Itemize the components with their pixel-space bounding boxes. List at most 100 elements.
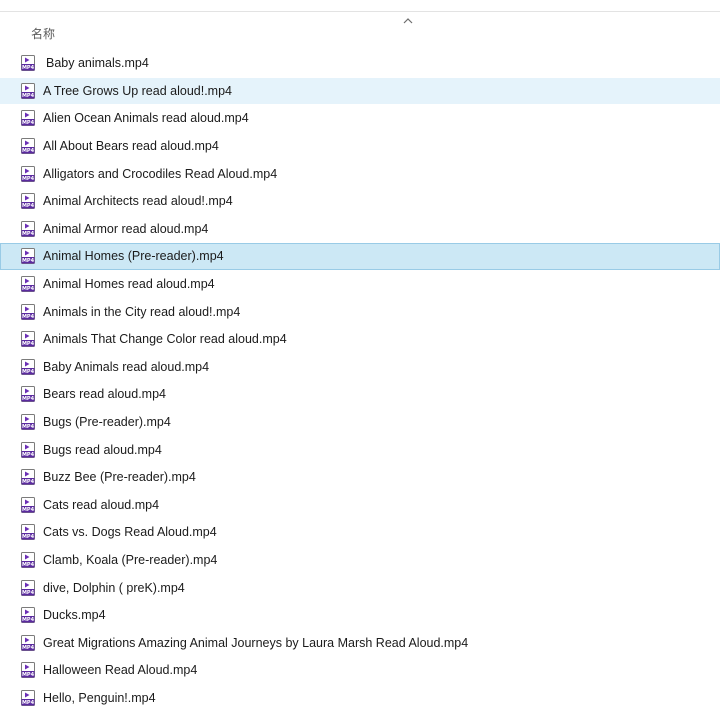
mp4-video-file-icon: MP4 <box>20 248 36 265</box>
mp4-video-file-icon: MP4 <box>20 82 36 99</box>
file-row[interactable]: MP4 Bears read aloud.mp4 <box>0 381 720 408</box>
file-name: Animals That Change Color read aloud.mp4 <box>43 332 287 347</box>
svg-text:MP4: MP4 <box>22 121 35 127</box>
file-row[interactable]: MP4 dive, Dolphin ( preK).mp4 <box>0 574 720 601</box>
mp4-video-file-icon: MP4 <box>20 662 36 679</box>
mp4-video-file-icon: MP4 <box>20 276 36 293</box>
mp4-video-file-icon: MP4 <box>20 193 36 210</box>
file-name: Cats read aloud.mp4 <box>43 497 160 512</box>
file-row[interactable]: MP4 A Tree Grows Up read aloud!.mp4 <box>0 77 720 105</box>
mp4-video-file-icon: MP4 <box>20 634 36 651</box>
mp4-video-file-icon: MP4 <box>20 303 36 320</box>
mp4-video-file-icon: MP4 <box>20 689 36 706</box>
chevron-up-icon[interactable] <box>402 16 414 26</box>
file-name: All About Bears read aloud.mp4 <box>43 139 219 154</box>
file-name: Alien Ocean Animals read aloud.mp4 <box>43 111 249 126</box>
file-row[interactable]: MP4 Bugs read aloud.mp4 <box>0 436 720 463</box>
file-name: Animal Homes read aloud.mp4 <box>43 277 215 292</box>
mp4-video-file-icon: MP4 <box>20 358 36 375</box>
mp4-video-file-icon: MP4 <box>20 551 36 568</box>
file-name: Bugs read aloud.mp4 <box>43 442 162 457</box>
file-row[interactable]: MP4 Cats vs. Dogs Read Aloud.mp4 <box>0 519 720 546</box>
svg-text:MP4: MP4 <box>22 397 35 403</box>
file-row[interactable]: MP4 Halloween Read Aloud.mp4 <box>0 657 720 684</box>
svg-text:MP4: MP4 <box>22 341 35 347</box>
file-row[interactable]: MP4 Baby Animals read aloud.mp4 <box>0 354 720 381</box>
svg-text:MP4: MP4 <box>22 369 35 375</box>
file-name: Halloween Read Aloud.mp4 <box>43 663 198 678</box>
mp4-video-file-icon: MP4 <box>20 165 36 182</box>
svg-text:MP4: MP4 <box>22 700 35 706</box>
file-row[interactable]: MP4 Hello, Penguin!.mp4 <box>0 685 720 712</box>
file-row[interactable]: MP4 Animal Armor read aloud.mp4 <box>0 216 720 243</box>
svg-text:MP4: MP4 <box>22 65 35 71</box>
svg-text:MP4: MP4 <box>22 286 35 292</box>
file-name: Clamb, Koala (Pre-reader).mp4 <box>43 552 218 567</box>
file-row[interactable]: MP4 Buzz Bee (Pre-reader).mp4 <box>0 464 720 491</box>
mp4-video-file-icon: MP4 <box>20 469 36 486</box>
file-name: A Tree Grows Up read aloud!.mp4 <box>43 83 232 98</box>
svg-text:MP4: MP4 <box>22 479 35 485</box>
file-row[interactable]: MP4 Animals That Change Color read aloud… <box>0 326 720 353</box>
file-name: Baby Animals read aloud.mp4 <box>43 359 210 374</box>
svg-text:MP4: MP4 <box>22 231 35 237</box>
file-row[interactable]: MP4 Ducks.mp4 <box>0 602 720 629</box>
file-row[interactable]: MP4 Alien Ocean Animals read aloud.mp4 <box>0 105 720 132</box>
file-name: dive, Dolphin ( preK).mp4 <box>43 580 185 595</box>
svg-text:MP4: MP4 <box>22 424 35 430</box>
file-name: Bugs (Pre-reader).mp4 <box>43 415 171 430</box>
file-name: Hello, Penguin!.mp4 <box>43 690 156 705</box>
file-row[interactable]: MP4 Alligators and Crocodiles Read Aloud… <box>0 160 720 187</box>
file-list: MP4 Baby animals.mp4 MP4 A Tree Grows Up… <box>0 50 720 712</box>
file-name: Alligators and Crocodiles Read Aloud.mp4 <box>43 166 278 181</box>
mp4-video-file-icon: MP4 <box>20 414 36 431</box>
header-divider <box>0 11 720 12</box>
file-row[interactable]: MP4 Cats read aloud.mp4 <box>0 492 720 519</box>
svg-text:MP4: MP4 <box>22 507 35 513</box>
svg-text:MP4: MP4 <box>22 148 35 154</box>
svg-text:MP4: MP4 <box>22 314 35 320</box>
mp4-video-file-icon: MP4 <box>20 331 36 348</box>
file-name: Animal Armor read aloud.mp4 <box>43 221 209 236</box>
svg-text:MP4: MP4 <box>22 617 35 623</box>
file-row[interactable]: MP4 Animals in the City read aloud!.mp4 <box>0 298 720 325</box>
file-row[interactable]: MP4 Bugs (Pre-reader).mp4 <box>0 409 720 436</box>
file-name: Animals in the City read aloud!.mp4 <box>43 304 241 319</box>
file-row[interactable]: MP4 Clamb, Koala (Pre-reader).mp4 <box>0 547 720 574</box>
file-row[interactable]: MP4 Animal Architects read aloud!.mp4 <box>0 188 720 215</box>
file-explorer-view: 名称 MP4 Baby animals.mp4 MP4 A Tree Grows… <box>0 0 720 716</box>
svg-text:MP4: MP4 <box>22 452 35 458</box>
svg-text:MP4: MP4 <box>22 535 35 541</box>
mp4-video-file-icon: MP4 <box>20 524 36 541</box>
svg-text:MP4: MP4 <box>22 562 35 568</box>
svg-text:MP4: MP4 <box>22 590 35 596</box>
mp4-video-file-icon: MP4 <box>20 386 36 403</box>
file-row[interactable]: MP4 Animal Homes read aloud.mp4 <box>0 271 720 298</box>
file-name: Baby animals.mp4 <box>46 56 149 71</box>
file-name: Buzz Bee (Pre-reader).mp4 <box>43 470 196 485</box>
mp4-video-file-icon: MP4 <box>20 607 36 624</box>
mp4-video-file-icon: MP4 <box>20 220 36 237</box>
svg-text:MP4: MP4 <box>22 176 35 182</box>
file-row[interactable]: MP4 Animal Homes (Pre-reader).mp4 <box>0 243 720 270</box>
svg-text:MP4: MP4 <box>22 93 35 99</box>
mp4-video-file-icon: MP4 <box>20 138 36 155</box>
file-name: Ducks.mp4 <box>43 608 106 623</box>
svg-text:MP4: MP4 <box>22 259 35 265</box>
svg-text:MP4: MP4 <box>22 203 35 209</box>
svg-text:MP4: MP4 <box>22 645 35 651</box>
file-row[interactable]: MP4 Great Migrations Amazing Animal Jour… <box>0 629 720 656</box>
file-name: Animal Homes (Pre-reader).mp4 <box>43 249 224 264</box>
mp4-video-file-icon: MP4 <box>20 579 36 596</box>
column-header-name[interactable]: 名称 <box>31 26 55 42</box>
file-row[interactable]: MP4 Baby animals.mp4 <box>0 50 720 77</box>
mp4-video-file-icon: MP4 <box>20 496 36 513</box>
mp4-video-file-icon: MP4 <box>20 110 36 127</box>
file-name: Animal Architects read aloud!.mp4 <box>43 194 233 209</box>
mp4-video-file-icon: MP4 <box>20 441 36 458</box>
mp4-video-file-icon: MP4 <box>20 55 36 72</box>
svg-text:MP4: MP4 <box>22 673 35 679</box>
file-name: Bears read aloud.mp4 <box>43 387 166 402</box>
file-name: Cats vs. Dogs Read Aloud.mp4 <box>43 525 217 540</box>
file-row[interactable]: MP4 All About Bears read aloud.mp4 <box>0 133 720 160</box>
